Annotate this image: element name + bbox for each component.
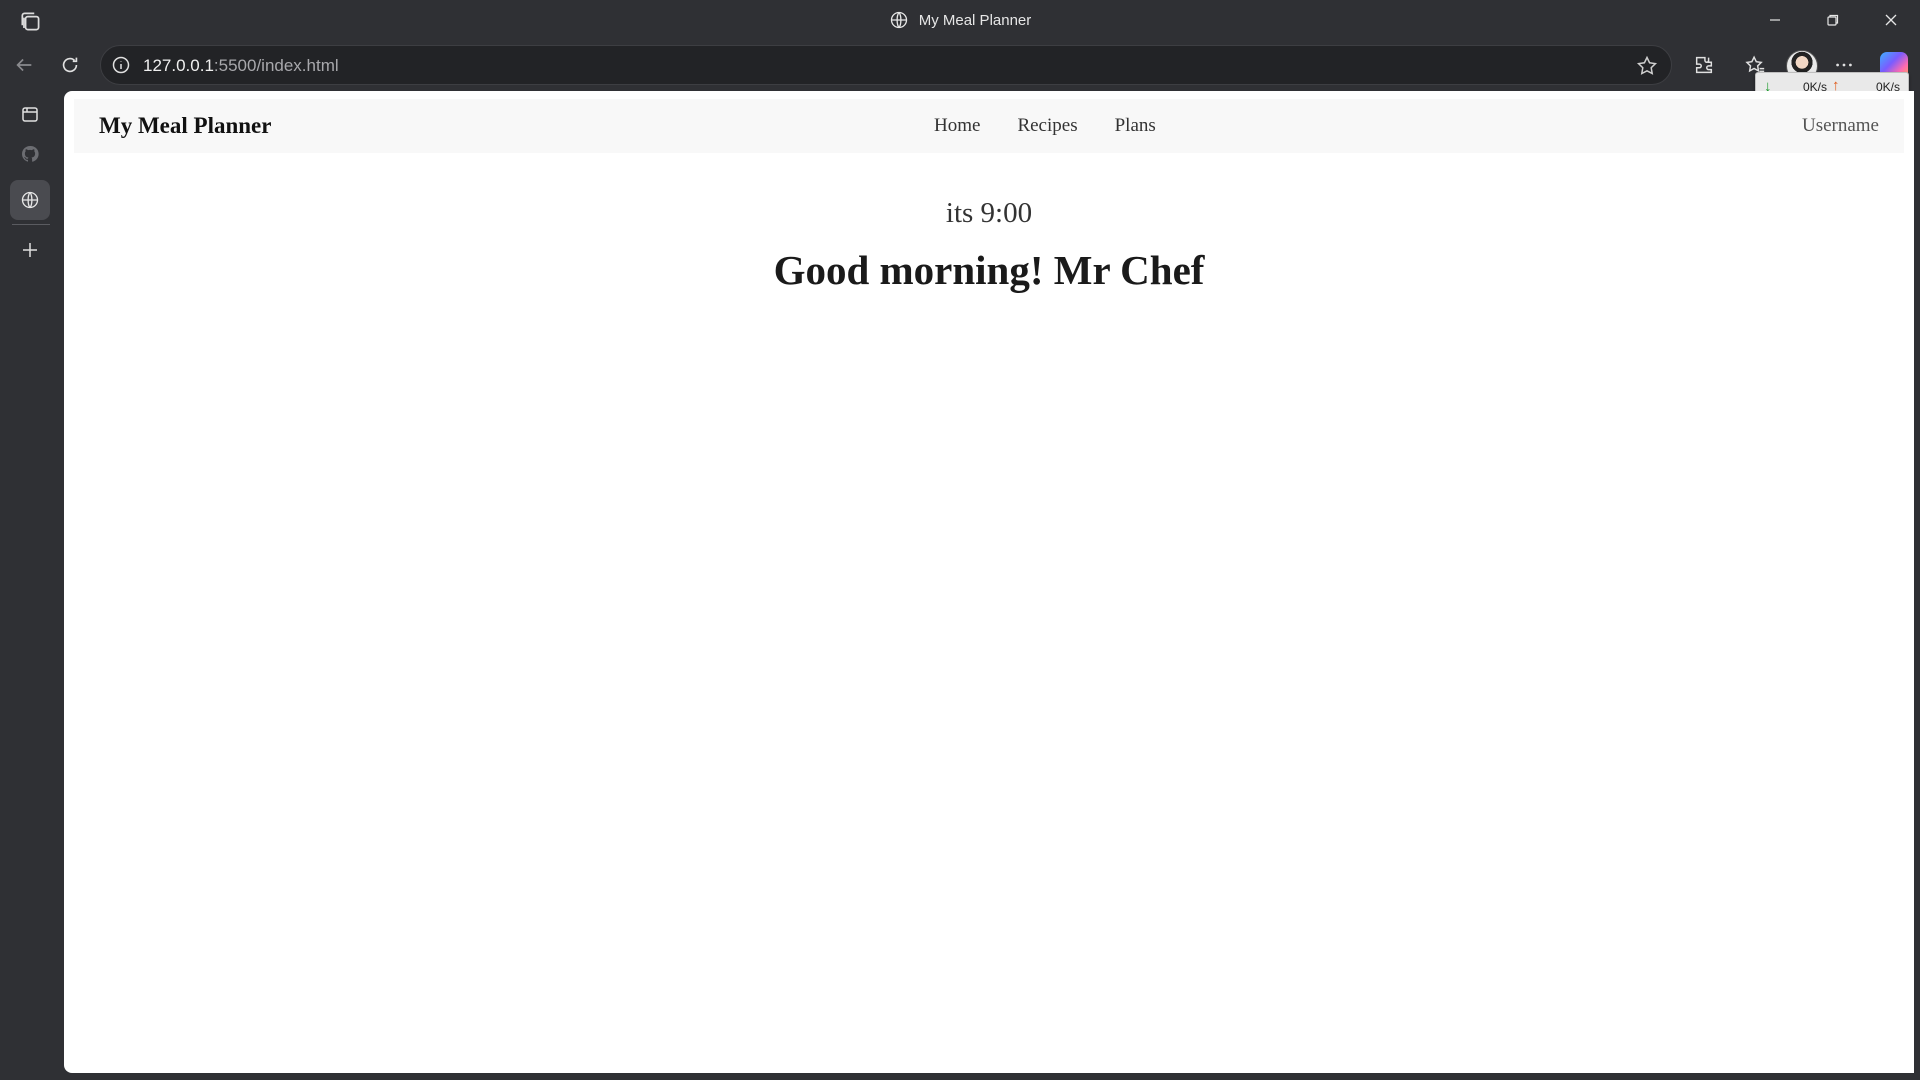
window-bottom-edge (0, 1073, 1920, 1080)
url-text[interactable]: 127.0.0.1:5500/index.html (143, 56, 339, 76)
extensions-button[interactable] (1690, 51, 1718, 79)
browser-sidebar (0, 90, 62, 1080)
sidebar-add-button[interactable] (14, 234, 46, 266)
info-icon (112, 56, 130, 74)
github-icon (21, 145, 39, 162)
address-bar[interactable]: 127.0.0.1:5500/index.html (100, 45, 1672, 85)
sidebar-divider (12, 224, 50, 225)
site-info-button[interactable] (111, 55, 131, 75)
greeting-heading: Good morning! Mr Chef (773, 247, 1205, 293)
page-viewport: My Meal Planner Home Recipes Plans Usern… (64, 91, 1914, 1073)
refresh-icon (62, 57, 78, 73)
restore-button[interactable] (1804, 0, 1862, 40)
minimize-button[interactable] (1746, 0, 1804, 40)
username-link[interactable]: Username (1802, 115, 1879, 137)
window-title-text: My Meal Planner (918, 11, 1032, 29)
minimize-icon (1770, 19, 1780, 21)
url-host: 127.0.0.1 (143, 56, 214, 75)
favorite-star-icon (1636, 55, 1658, 75)
site-navbar: My Meal Planner Home Recipes Plans Usern… (74, 99, 1904, 153)
brand-link[interactable]: My Meal Planner (99, 113, 271, 139)
window-titlebar: My Meal Planner (0, 0, 1920, 40)
sidebar-tab-button[interactable] (14, 98, 46, 130)
nav-links: Home Recipes Plans (934, 115, 1193, 137)
globe-icon (890, 11, 907, 29)
close-window-button[interactable] (1862, 0, 1920, 40)
nav-link-plans[interactable]: Plans (1115, 115, 1156, 137)
favorite-star-button[interactable] (1635, 54, 1659, 78)
extensions-icon (1695, 56, 1713, 74)
browser-toolbar: 127.0.0.1:5500/index.html (0, 40, 1920, 90)
restore-icon (1827, 14, 1839, 26)
nav-link-recipes[interactable]: Recipes (1017, 115, 1077, 137)
back-icon (16, 58, 32, 72)
refresh-button[interactable] (56, 51, 84, 79)
sidebar-github-button[interactable] (14, 138, 46, 170)
add-icon (23, 243, 37, 257)
url-path: :5500/index.html (213, 56, 339, 75)
nav-link-home[interactable]: Home (934, 115, 980, 137)
close-icon (1885, 14, 1897, 26)
globe-icon (21, 191, 39, 209)
time-text: its 9:00 (945, 197, 1033, 229)
window-title: My Meal Planner (0, 0, 1920, 40)
back-button[interactable] (10, 51, 38, 79)
tab-icon (22, 107, 38, 122)
sidebar-globe-button[interactable] (10, 180, 50, 220)
